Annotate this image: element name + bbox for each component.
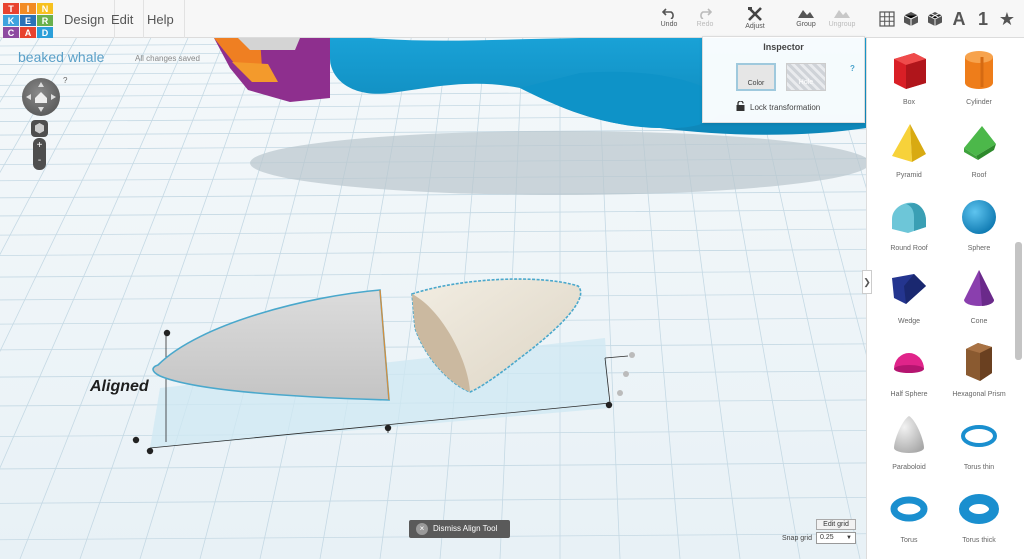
sidebar-scrollbar[interactable] [1015,242,1022,360]
cube-icon [35,123,44,134]
snap-grid-label: Snap grid [782,535,812,542]
view-cube-button[interactable] [31,120,48,137]
cone-icon [964,270,995,306]
round-roof-icon [892,202,926,233]
dismiss-align-label: Dismiss Align Tool [433,524,498,533]
shape-sphere[interactable]: Sphere [944,188,1014,260]
shape-hexagonal-prism[interactable]: Hexagonal Prism [944,334,1014,406]
torus-thin-icon [961,425,997,447]
shape-torus-thick-label: Torus thick [962,537,996,544]
favorites-star-icon[interactable]: ★ [994,6,1020,32]
aligned-label: Aligned [89,378,150,395]
hole-button[interactable]: Hole [786,63,826,91]
roof-icon [964,126,996,160]
color-button[interactable]: Color [736,63,776,91]
help-icon[interactable]: ? [63,76,67,85]
shape-wedge[interactable]: Wedge [874,261,944,333]
shape-round-roof[interactable]: Round Roof [874,188,944,260]
home-icon [26,82,56,112]
text-icon[interactable]: A [946,6,972,32]
edit-grid-button[interactable]: Edit grid [816,519,856,530]
group-icon [798,10,814,18]
zoom-out-button[interactable]: - [33,153,46,168]
redo-button[interactable]: Redo [683,5,727,35]
shape-cylinder[interactable]: Cylinder [944,42,1014,114]
shape-roof-label: Roof [971,172,987,179]
shape-pyramid[interactable]: Pyramid [874,115,944,187]
menu-help[interactable]: Help [137,0,185,38]
adjust-button[interactable]: Adjust [733,5,777,35]
inspector-panel: Inspector Color Hole ? Lock transformati… [702,36,865,123]
save-status: All changes saved [135,54,200,63]
undo-icon [662,8,674,19]
tinkercad-logo[interactable]: T I N K E R C A D [3,3,53,38]
shape-sphere-label: Sphere [967,245,991,252]
redo-icon [700,8,712,19]
shape-cylinder-label: Cylinder [966,99,992,106]
zoom-in-button[interactable]: + [33,138,46,153]
half-sphere-icon [894,353,924,373]
dismiss-align-tool-button[interactable]: × Dismiss Align Tool [409,520,510,538]
inspector-help-icon[interactable]: ? [850,64,855,73]
grid-view-icon[interactable] [874,6,900,32]
shape-torus-thin-label: Torus thin [963,464,995,471]
sidebar-collapse-toggle[interactable]: ❯ [862,270,872,294]
sphere-icon [962,200,996,234]
top-toolbar: T I N K E R C A D Design Edit Help Undo … [0,0,1024,38]
cylinder-icon [965,51,993,89]
whale-shadow [250,131,866,195]
inspector-title: Inspector [763,42,804,52]
shape-torus-thick[interactable]: Torus thick [944,480,1014,552]
shape-half-sphere[interactable]: Half Sphere [874,334,944,406]
shape-hexagonal-prism-label: Hexagonal Prism [952,391,1006,398]
close-icon: × [416,523,428,535]
shape-roof[interactable]: Roof [944,115,1014,187]
shape-torus[interactable]: Torus [874,480,944,552]
shape-box[interactable]: Box [874,42,944,114]
lock-icon[interactable] [736,101,745,111]
lock-transformation-label[interactable]: Lock transformation [750,103,820,112]
ungroup-button[interactable]: Ungroup [820,5,864,35]
pyramid-icon [892,124,926,162]
shape-cone[interactable]: Cone [944,261,1014,333]
number-icon[interactable]: 1 [970,6,996,32]
multi-box-icon[interactable] [922,6,948,32]
shape-cone-label: Cone [970,318,988,325]
box-view-icon[interactable] [898,6,924,32]
zoom-control: + - [33,138,46,170]
snap-grid-select[interactable]: 0.25 ▼ [816,532,856,544]
chevron-down-icon: ▼ [846,535,852,541]
view-orbit-control[interactable] [22,78,60,116]
torus-thick-icon [959,494,999,524]
box-icon [894,53,926,89]
paraboloid-icon [894,416,924,453]
hexagonal-prism-icon [966,343,992,381]
torus-icon [890,496,928,522]
ungroup-icon [834,10,850,18]
shape-paraboloid[interactable]: Paraboloid [874,407,944,479]
shapes-sidebar: Box Cylinder Pyramid Roof Round Roof Sph… [866,38,1024,559]
design-title[interactable]: beaked whale [18,49,104,65]
wedge-icon [892,274,926,304]
shape-torus-thin[interactable]: Torus thin [944,407,1014,479]
adjust-icon [748,7,762,21]
